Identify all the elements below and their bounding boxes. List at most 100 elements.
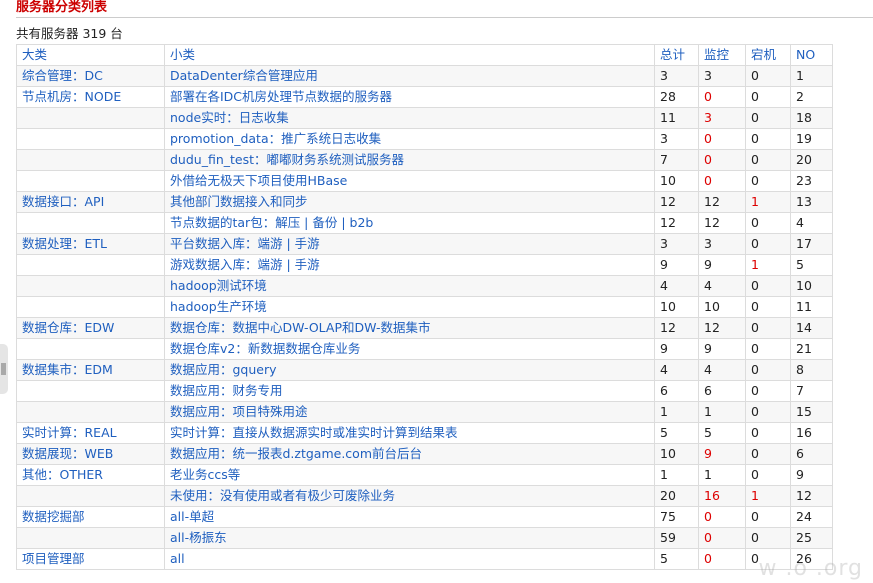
no-cell: 10 xyxy=(790,275,833,297)
subcategory-link[interactable]: node实时：日志收集 xyxy=(164,107,655,129)
down-cell: 0 xyxy=(745,548,791,570)
total-cell: 5 xyxy=(654,548,699,570)
no-cell: 24 xyxy=(790,506,833,528)
total-cell: 59 xyxy=(654,527,699,549)
total-cell: 12 xyxy=(654,191,699,213)
monitor-cell: 3 xyxy=(698,233,746,255)
table-row: 未使用：没有使用或者有极少可废除业务 20 16 1 12 xyxy=(16,485,833,507)
table-row: 综合管理：DC DataDenter综合管理应用 3 3 0 1 xyxy=(16,65,833,87)
subcategory-link[interactable]: 节点数据的tar包：解压 | 备份 | b2b xyxy=(164,212,655,234)
monitor-cell: 0 xyxy=(698,86,746,108)
no-cell: 13 xyxy=(790,191,833,213)
subcategory-link[interactable]: dudu_fin_test：嘟嘟财务系统测试服务器 xyxy=(164,149,655,171)
table-row: 数据挖掘部 all-单超 75 0 0 24 xyxy=(16,506,833,528)
category-cell xyxy=(16,275,165,297)
category-cell xyxy=(16,485,165,507)
no-cell: 25 xyxy=(790,527,833,549)
subcategory-link[interactable]: 数据仓库：数据中心DW-OLAP和DW-数据集市 xyxy=(164,317,655,339)
total-cell: 1 xyxy=(654,464,699,486)
total-cell: 5 xyxy=(654,422,699,444)
total-cell: 12 xyxy=(654,212,699,234)
subcategory-link[interactable]: all-单超 xyxy=(164,506,655,528)
category-cell[interactable]: 其他：OTHER xyxy=(16,464,165,486)
table-row: 数据应用：项目特殊用途 1 1 0 15 xyxy=(16,401,833,423)
subcategory-link[interactable]: 未使用：没有使用或者有极少可废除业务 xyxy=(164,485,655,507)
table-row: 数据应用：财务专用 6 6 0 7 xyxy=(16,380,833,402)
subcategory-link[interactable]: all xyxy=(164,548,655,570)
category-cell[interactable]: 数据仓库：EDW xyxy=(16,317,165,339)
down-cell: 0 xyxy=(745,317,791,339)
category-cell[interactable]: 数据接口：API xyxy=(16,191,165,213)
subcategory-link[interactable]: 数据应用：统一报表d.ztgame.com前台后台 xyxy=(164,443,655,465)
total-cell: 4 xyxy=(654,275,699,297)
subcategory-link[interactable]: 外借给无极天下项目使用HBase xyxy=(164,170,655,192)
header-no[interactable]: NO xyxy=(790,44,833,66)
category-cell[interactable]: 数据集市：EDM xyxy=(16,359,165,381)
category-cell xyxy=(16,212,165,234)
category-cell xyxy=(16,107,165,129)
header-total[interactable]: 总计 xyxy=(654,44,699,66)
total-cell: 11 xyxy=(654,107,699,129)
table-row: 实时计算：REAL 实时计算：直接从数据源实时或准实时计算到结果表 5 5 0 16 xyxy=(16,422,833,444)
monitor-cell: 9 xyxy=(698,443,746,465)
subcategory-link[interactable]: 数据应用：财务专用 xyxy=(164,380,655,402)
category-cell xyxy=(16,254,165,276)
category-cell[interactable]: 实时计算：REAL xyxy=(16,422,165,444)
category-cell xyxy=(16,296,165,318)
no-cell: 12 xyxy=(790,485,833,507)
monitor-cell: 1 xyxy=(698,401,746,423)
total-cell: 28 xyxy=(654,86,699,108)
subcategory-link[interactable]: 老业务ccs等 xyxy=(164,464,655,486)
no-cell: 4 xyxy=(790,212,833,234)
header-monitor[interactable]: 监控 xyxy=(698,44,746,66)
subcategory-link[interactable]: 数据应用：gquery xyxy=(164,359,655,381)
table-row: dudu_fin_test：嘟嘟财务系统测试服务器 7 0 0 20 xyxy=(16,149,833,171)
down-cell: 0 xyxy=(745,380,791,402)
category-cell xyxy=(16,338,165,360)
total-cell: 75 xyxy=(654,506,699,528)
monitor-cell: 0 xyxy=(698,527,746,549)
subcategory-link[interactable]: 平台数据入库：端游 | 手游 xyxy=(164,233,655,255)
total-cell: 10 xyxy=(654,296,699,318)
page-title: 服务器分类列表 xyxy=(16,0,108,15)
subcategory-link[interactable]: 数据仓库v2：新数据数据仓库业务 xyxy=(164,338,655,360)
server-category-table: 大类 小类 总计 监控 宕机 NO 综合管理：DC DataDenter综合管理应… xyxy=(16,44,833,570)
category-cell[interactable]: 项目管理部 xyxy=(16,548,165,570)
subcategory-link[interactable]: 数据应用：项目特殊用途 xyxy=(164,401,655,423)
subcategory-link[interactable]: all-杨振东 xyxy=(164,527,655,549)
subcategory-link[interactable]: 实时计算：直接从数据源实时或准实时计算到结果表 xyxy=(164,422,655,444)
no-cell: 9 xyxy=(790,464,833,486)
monitor-cell: 12 xyxy=(698,191,746,213)
down-cell: 0 xyxy=(745,443,791,465)
category-cell[interactable]: 数据处理：ETL xyxy=(16,233,165,255)
subcategory-link[interactable]: 部署在各IDC机房处理节点数据的服务器 xyxy=(164,86,655,108)
down-cell: 0 xyxy=(745,464,791,486)
category-cell[interactable]: 数据挖掘部 xyxy=(16,506,165,528)
total-cell: 20 xyxy=(654,485,699,507)
subcategory-link[interactable]: promotion_data：推广系统日志收集 xyxy=(164,128,655,150)
table-row: 数据接口：API 其他部门数据接入和同步 12 12 1 13 xyxy=(16,191,833,213)
no-cell: 14 xyxy=(790,317,833,339)
monitor-cell: 3 xyxy=(698,107,746,129)
category-cell[interactable]: 综合管理：DC xyxy=(16,65,165,87)
category-cell[interactable]: 节点机房：NODE xyxy=(16,86,165,108)
subcategory-link[interactable]: 游戏数据入库：端游 | 手游 xyxy=(164,254,655,276)
total-cell: 6 xyxy=(654,380,699,402)
table-row: hadoop生产环境 10 10 0 11 xyxy=(16,296,833,318)
total-cell: 9 xyxy=(654,338,699,360)
table-row: 节点机房：NODE 部署在各IDC机房处理节点数据的服务器 28 0 0 2 xyxy=(16,86,833,108)
subcategory-link[interactable]: hadoop测试环境 xyxy=(164,275,655,297)
table-row: hadoop测试环境 4 4 0 10 xyxy=(16,275,833,297)
subcategory-link[interactable]: 其他部门数据接入和同步 xyxy=(164,191,655,213)
subcategory-link[interactable]: DataDenter综合管理应用 xyxy=(164,65,655,87)
subcategory-link[interactable]: hadoop生产环境 xyxy=(164,296,655,318)
monitor-cell: 10 xyxy=(698,296,746,318)
header-down[interactable]: 宕机 xyxy=(745,44,791,66)
header-subcategory[interactable]: 小类 xyxy=(164,44,655,66)
down-cell: 0 xyxy=(745,296,791,318)
down-cell: 0 xyxy=(745,527,791,549)
header-category[interactable]: 大类 xyxy=(16,44,165,66)
category-cell[interactable]: 数据展现：WEB xyxy=(16,443,165,465)
down-cell: 0 xyxy=(745,359,791,381)
side-handle[interactable] xyxy=(0,344,8,394)
